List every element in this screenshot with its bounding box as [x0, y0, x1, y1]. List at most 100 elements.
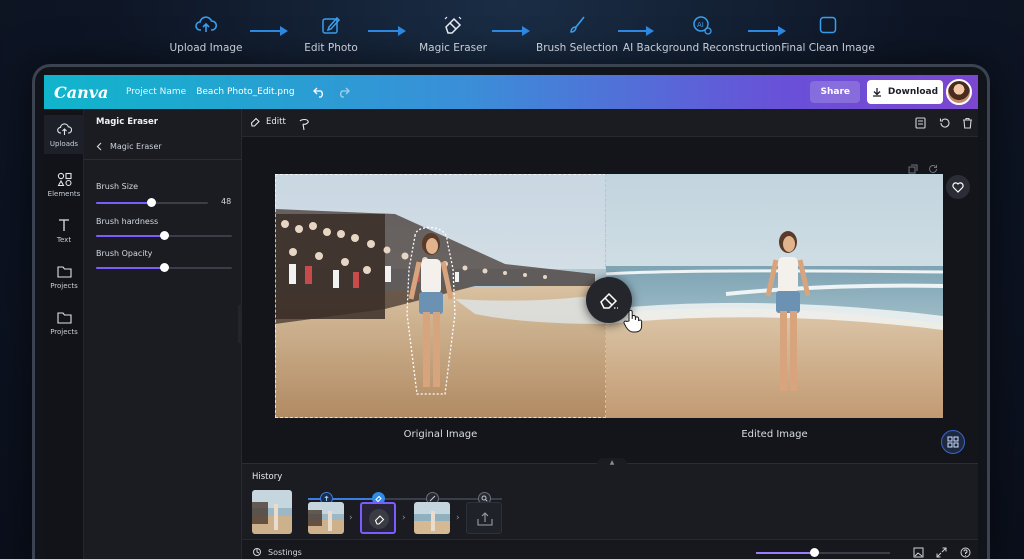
edit-pencil-icon	[320, 14, 342, 36]
app-window: Canva Project Name Beach Photo_Edit.png …	[44, 75, 978, 559]
step-label: Brush Selection	[535, 42, 619, 54]
redo-icon[interactable]	[337, 85, 351, 99]
back-label: Magic Eraser	[110, 142, 162, 151]
slider-knob[interactable]	[160, 263, 169, 272]
download-label: Download	[887, 87, 939, 97]
zoom-slider[interactable]	[756, 548, 890, 557]
arrow-icon	[748, 26, 786, 36]
slider-knob[interactable]	[160, 231, 169, 240]
cloud-upload-icon	[195, 14, 217, 36]
elements-icon	[56, 171, 72, 187]
history-thumb-2[interactable]	[308, 502, 344, 534]
step-ai-background-reconstruction: AI AI Background Reconstruction	[623, 14, 781, 54]
cloud-upload-icon	[56, 121, 72, 137]
canvas-area[interactable]: Original Image Edited Image	[242, 137, 978, 463]
status-bar: Sostings	[242, 539, 978, 559]
hand-cursor-icon	[622, 309, 644, 333]
brush-opacity-label: Brush Opacity	[96, 249, 153, 258]
history-thumb-1[interactable]	[252, 490, 292, 534]
chevron-right-icon: ›	[402, 513, 406, 523]
canva-logo[interactable]: Canva	[54, 83, 114, 102]
eraser-icon	[369, 509, 389, 529]
download-button[interactable]: Download	[867, 80, 943, 104]
settings-button[interactable]: Sostings	[252, 547, 302, 557]
file-name[interactable]: Beach Photo_Edit.png	[196, 87, 294, 97]
eraser-icon	[442, 14, 464, 36]
brush-size-label: Brush Size	[96, 182, 139, 191]
back-button[interactable]: Magic Eraser	[96, 142, 162, 151]
save-icon[interactable]	[913, 116, 927, 130]
step-upload-image: Upload Image	[170, 14, 243, 54]
history-panel: ▲ History › › ›	[242, 458, 978, 539]
step-label: Final Clean Image	[781, 42, 875, 54]
project-name-label[interactable]: Project Name	[126, 87, 186, 97]
image-view-icon[interactable]	[912, 546, 925, 559]
history-thumb-5[interactable]	[466, 502, 502, 534]
favorite-button[interactable]	[946, 175, 970, 199]
settings-label: Sostings	[268, 547, 302, 557]
history-title: History	[252, 472, 283, 482]
brush-opacity-slider[interactable]	[96, 263, 232, 272]
eraser-icon	[250, 117, 260, 127]
zoom-knob[interactable]	[809, 548, 819, 557]
layout-grid-button[interactable]	[941, 430, 965, 454]
step-edit-photo: Edit Photo	[302, 14, 360, 54]
rail-item-projects[interactable]: Projects	[44, 263, 84, 290]
heart-icon	[952, 181, 964, 193]
lasso-icon[interactable]	[298, 116, 312, 131]
zoom-fill	[756, 552, 814, 554]
slider-knob[interactable]	[147, 198, 156, 207]
step-label: Edit Photo	[304, 42, 358, 54]
slider-fill	[96, 202, 151, 204]
step-brush-selection: Brush Selection	[535, 14, 619, 54]
ai-gear-icon: AI	[691, 14, 713, 36]
undo-icon[interactable]	[313, 85, 327, 99]
edit-tool-button[interactable]: Editt	[250, 116, 286, 127]
brush-size-slider[interactable]	[96, 198, 208, 207]
brush-size-value: 48	[221, 197, 232, 206]
rail-item-elements[interactable]: Elements	[44, 171, 84, 198]
export-tray-icon	[477, 512, 493, 526]
chevron-up-icon[interactable]: ▲	[597, 458, 627, 466]
chevron-right-icon: ›	[349, 513, 353, 523]
step-label: Magic Eraser	[419, 42, 487, 54]
edited-image[interactable]	[606, 174, 943, 418]
fullscreen-icon[interactable]	[935, 546, 948, 559]
chevron-right-icon: ›	[456, 513, 460, 523]
share-button[interactable]: Share	[810, 81, 860, 103]
rail-item-projects-2[interactable]: Projects	[44, 309, 84, 336]
original-image[interactable]	[275, 174, 606, 418]
slider-fill	[96, 267, 164, 269]
canvas-toolbar: Editt	[242, 109, 978, 137]
text-icon	[56, 217, 72, 233]
magic-eraser-panel: Magic Eraser Magic Eraser Brush Size 48 …	[84, 109, 242, 559]
rail-item-text[interactable]: Text	[44, 217, 84, 244]
brush-hardness-slider[interactable]	[96, 231, 232, 240]
left-rail: Uploads Elements Text Projects Projects	[44, 109, 84, 559]
refresh-icon[interactable]	[928, 159, 940, 173]
svg-text:AI: AI	[697, 21, 704, 29]
duplicate-icon[interactable]	[908, 159, 920, 174]
workflow-steps: Upload Image Edit Photo Magic Eraser Bru…	[0, 14, 1024, 60]
rail-label: Text	[56, 236, 72, 244]
settings-icon	[253, 548, 261, 556]
history-reset-icon[interactable]	[938, 116, 952, 130]
history-thumb-3[interactable]	[360, 502, 396, 534]
avatar[interactable]	[946, 79, 972, 105]
trash-icon[interactable]	[960, 116, 974, 130]
brush-icon	[566, 14, 588, 36]
step-magic-eraser: Magic Eraser	[419, 14, 487, 54]
grid-icon	[947, 436, 959, 448]
folder-icon	[56, 263, 72, 279]
rail-label: Uploads	[49, 140, 79, 148]
panel-title: Magic Eraser	[96, 117, 158, 127]
rail-item-uploads[interactable]: Uploads	[44, 115, 84, 154]
download-icon	[872, 88, 881, 97]
arrow-icon	[250, 26, 288, 36]
history-thumb-4[interactable]	[414, 502, 450, 534]
step-final-clean-image: Final Clean Image	[781, 14, 875, 54]
help-icon[interactable]	[959, 546, 972, 559]
arrow-icon	[492, 26, 530, 36]
rail-label: Projects	[50, 328, 78, 336]
square-icon	[817, 14, 839, 36]
